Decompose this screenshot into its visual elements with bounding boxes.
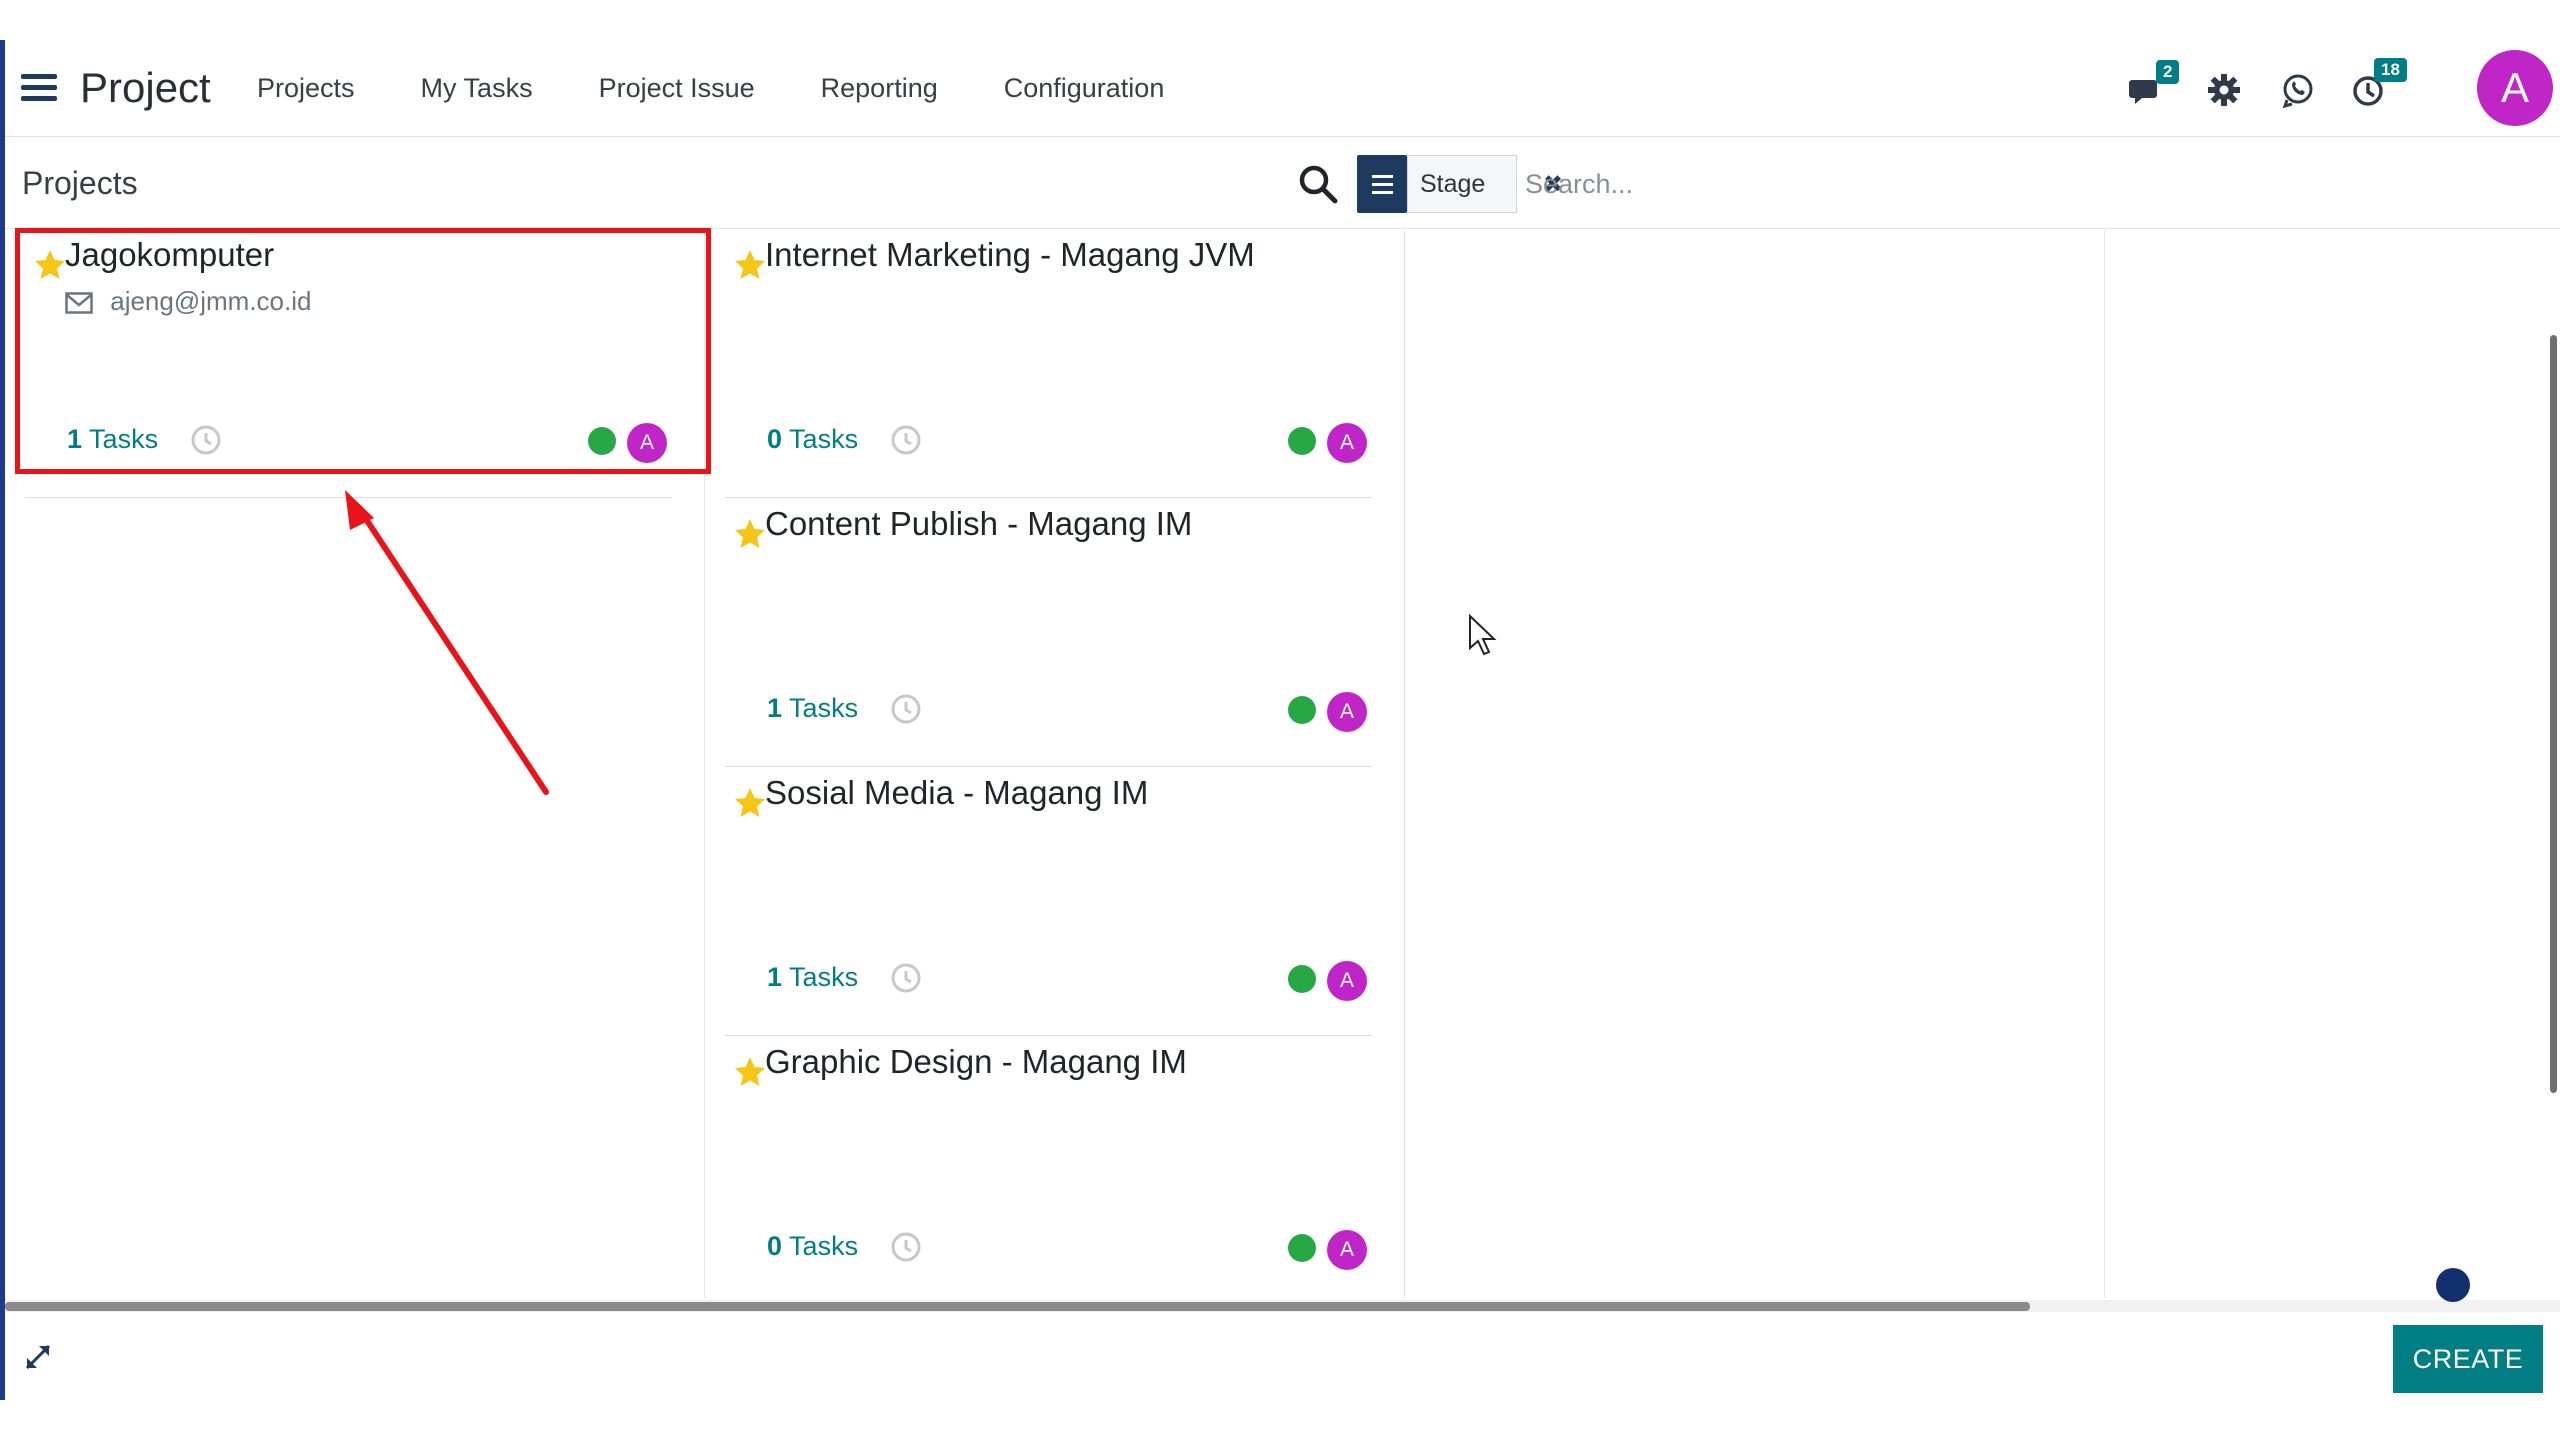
- status-dot[interactable]: [1288, 965, 1316, 993]
- avatar: A: [627, 423, 667, 463]
- horizontal-scrollbar[interactable]: [5, 1302, 2030, 1311]
- clock-icon[interactable]: [890, 424, 922, 456]
- clock-icon[interactable]: [890, 962, 922, 994]
- hamburger-menu-icon[interactable]: [21, 74, 57, 102]
- project-card[interactable]: Jagokomputer ajeng@jmm.co.id 1 Tasks A: [25, 230, 672, 498]
- kanban-view: Jagokomputer ajeng@jmm.co.id 1 Tasks A I…: [5, 230, 2560, 1305]
- clock-icon[interactable]: [190, 424, 222, 456]
- breadcrumb: Projects: [22, 165, 138, 201]
- favorite-star-icon[interactable]: [733, 786, 767, 820]
- project-card[interactable]: Content Publish - Magang IM 1 Tasks A: [725, 499, 1372, 767]
- project-title[interactable]: Jagokomputer: [65, 236, 274, 274]
- tasks-link[interactable]: 1 Tasks: [767, 962, 858, 993]
- systray: 2 18 A: [2120, 40, 2560, 137]
- mouse-cursor-icon: [1469, 614, 1497, 656]
- kanban-column: [1405, 230, 2105, 1298]
- project-card[interactable]: Sosial Media - Magang IM 1 Tasks A: [725, 768, 1372, 1036]
- vertical-scrollbar[interactable]: [2550, 335, 2557, 1093]
- activities-badge: 18: [2374, 58, 2407, 82]
- tasks-link[interactable]: 1 Tasks: [767, 693, 858, 724]
- tasks-link[interactable]: 0 Tasks: [767, 1231, 858, 1262]
- avatar: A: [1327, 961, 1367, 1001]
- status-dot[interactable]: [1288, 696, 1316, 724]
- top-navbar: Project Projects My Tasks Project Issue …: [5, 40, 2560, 137]
- project-title[interactable]: Internet Marketing - Magang JVM: [765, 236, 1255, 274]
- project-title[interactable]: Content Publish - Magang IM: [765, 505, 1192, 543]
- project-title[interactable]: Graphic Design - Magang IM: [765, 1043, 1187, 1081]
- chat-launcher-icon[interactable]: [2436, 1268, 2470, 1302]
- project-card[interactable]: Graphic Design - Magang IM 0 Tasks A: [725, 1037, 1372, 1305]
- expand-icon[interactable]: [23, 1342, 53, 1372]
- whatsapp-icon[interactable]: [2278, 70, 2318, 110]
- search-icon[interactable]: [1297, 163, 1339, 205]
- create-button[interactable]: CREATE: [2393, 1325, 2543, 1393]
- user-avatar[interactable]: A: [2477, 50, 2553, 126]
- search-box: Stage ✖: [1357, 155, 2557, 213]
- project-email-row: ajeng@jmm.co.id: [65, 286, 311, 317]
- kanban-column: Internet Marketing - Magang JVM 0 Tasks …: [705, 230, 1405, 1305]
- avatar: A: [1327, 1230, 1367, 1270]
- gear-icon[interactable]: [2204, 70, 2244, 110]
- menu-item-projects[interactable]: Projects: [257, 68, 355, 108]
- kanban-column: Jagokomputer ajeng@jmm.co.id 1 Tasks A: [5, 230, 705, 1298]
- clock-icon[interactable]: [890, 1231, 922, 1263]
- menu-item-configuration[interactable]: Configuration: [1004, 68, 1165, 108]
- project-card[interactable]: Internet Marketing - Magang JVM 0 Tasks …: [725, 230, 1372, 498]
- envelope-icon: [65, 292, 93, 314]
- favorite-star-icon[interactable]: [733, 1055, 767, 1089]
- kanban-column: [2105, 230, 2560, 1298]
- activity-clock-icon[interactable]: 18: [2348, 58, 2407, 110]
- app-title: Project: [80, 64, 211, 111]
- messages-badge: 2: [2156, 60, 2180, 84]
- favorite-star-icon[interactable]: [733, 248, 767, 282]
- status-dot[interactable]: [1288, 427, 1316, 455]
- status-dot[interactable]: [588, 427, 616, 455]
- search-input[interactable]: [1525, 163, 2125, 205]
- project-email: ajeng@jmm.co.id: [110, 286, 312, 316]
- facet-label: Stage: [1420, 170, 1486, 198]
- favorite-star-icon[interactable]: [733, 517, 767, 551]
- control-panel: Projects Stage ✖: [5, 137, 2560, 229]
- footer-bar: CREATE: [5, 1312, 2560, 1400]
- avatar: A: [1327, 423, 1367, 463]
- project-title[interactable]: Sosial Media - Magang IM: [765, 774, 1148, 812]
- stage-facet: Stage ✖: [1407, 155, 1563, 213]
- menu-item-project-issue[interactable]: Project Issue: [599, 68, 755, 108]
- filter-list-icon[interactable]: [1357, 155, 1407, 213]
- menu-item-my-tasks[interactable]: My Tasks: [421, 68, 533, 108]
- favorite-star-icon[interactable]: [33, 248, 67, 282]
- status-dot[interactable]: [1288, 1234, 1316, 1262]
- clock-icon[interactable]: [890, 693, 922, 725]
- avatar: A: [1327, 692, 1367, 732]
- main-menu: Projects My Tasks Project Issue Reportin…: [257, 68, 1230, 108]
- tasks-link[interactable]: 0 Tasks: [767, 424, 858, 455]
- messages-icon[interactable]: 2: [2128, 60, 2180, 110]
- menu-item-reporting[interactable]: Reporting: [821, 68, 938, 108]
- tasks-link[interactable]: 1 Tasks: [67, 424, 158, 455]
